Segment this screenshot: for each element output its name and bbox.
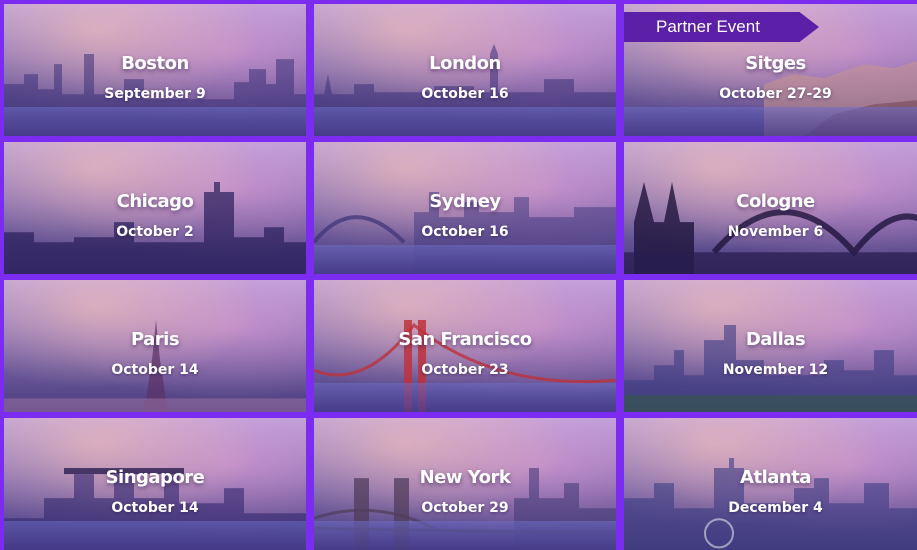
city-name: Cologne [736, 191, 815, 212]
water [624, 106, 917, 136]
city-name: Sitges [745, 53, 806, 74]
event-date: October 16 [421, 224, 509, 240]
event-date: October 23 [421, 362, 509, 378]
event-card-paris[interactable]: Paris October 14 [4, 280, 306, 412]
city-name: Boston [121, 53, 189, 74]
water [314, 382, 616, 412]
city-name: Atlanta [740, 467, 811, 488]
water [314, 106, 616, 136]
event-date: November 12 [722, 362, 829, 378]
water [4, 520, 306, 550]
water [4, 106, 306, 136]
event-date: October 27-29 [719, 86, 832, 102]
event-card-london[interactable]: London October 16 [314, 4, 616, 136]
event-grid: Boston September 9 London October 16 Par… [4, 4, 917, 550]
event-card-new-york[interactable]: New York October 29 [314, 418, 616, 550]
city-name: Dallas [745, 329, 806, 350]
city-name: New York [419, 467, 511, 488]
city-name: San Francisco [398, 329, 532, 350]
event-date: October 16 [421, 86, 509, 102]
event-date: October 14 [111, 500, 199, 516]
event-card-atlanta[interactable]: Atlanta December 4 [624, 418, 917, 550]
partner-event-badge: Partner Event [624, 12, 819, 42]
event-card-cologne[interactable]: Cologne November 6 [624, 142, 917, 274]
event-date: November 6 [727, 224, 824, 240]
event-card-boston[interactable]: Boston September 9 [4, 4, 306, 136]
event-date: September 9 [104, 86, 206, 102]
event-date: December 4 [728, 500, 823, 516]
event-card-singapore[interactable]: Singapore October 14 [4, 418, 306, 550]
event-card-chicago[interactable]: Chicago October 2 [4, 142, 306, 274]
event-card-san-francisco[interactable]: San Francisco October 23 [314, 280, 616, 412]
city-name: Sydney [429, 191, 501, 212]
water [314, 520, 616, 550]
event-card-sydney[interactable]: Sydney October 16 [314, 142, 616, 274]
water [314, 244, 616, 274]
event-date: October 2 [116, 224, 194, 240]
city-name: Singapore [105, 467, 205, 488]
event-card-sitges[interactable]: Partner Event Sitges October 27-29 [624, 4, 917, 136]
city-name: London [429, 53, 501, 74]
city-name: Chicago [116, 191, 194, 212]
event-date: October 14 [111, 362, 199, 378]
event-card-dallas[interactable]: Dallas November 12 [624, 280, 917, 412]
event-date: October 29 [421, 500, 509, 516]
city-name: Paris [130, 329, 180, 350]
